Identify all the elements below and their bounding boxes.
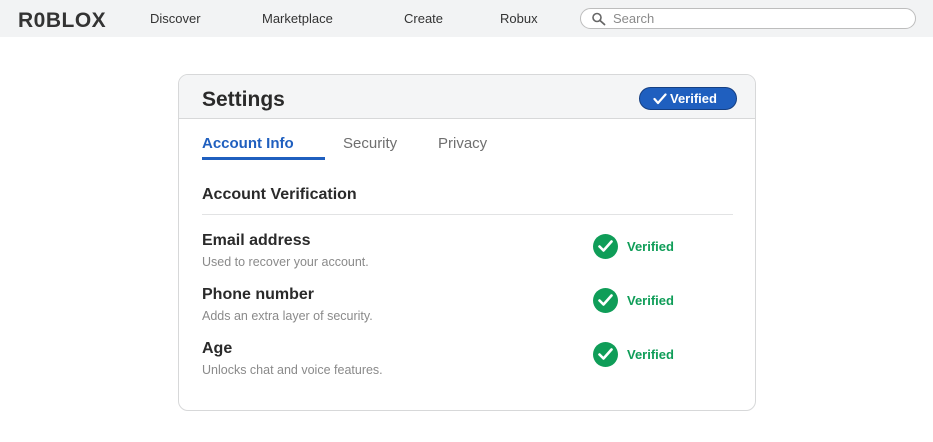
verified-badge-label: Verified — [670, 91, 717, 106]
row-label: Phone number — [202, 286, 315, 303]
verification-row-phone: Phone number Adds an extra layer of secu… — [202, 285, 733, 331]
roblox-logo[interactable]: R0BLOX — [18, 9, 106, 33]
section-divider — [202, 214, 733, 215]
nav-robux[interactable]: Robux — [500, 11, 538, 27]
verification-row-email: Email address Used to recover your accou… — [202, 231, 733, 277]
page-title: Settings — [202, 88, 285, 111]
tab-account-info[interactable]: Account Info — [202, 135, 294, 153]
verified-badge: Verified — [639, 87, 737, 110]
nav-marketplace[interactable]: Marketplace — [262, 11, 333, 27]
row-description: Adds an extra layer of security. — [202, 309, 373, 323]
top-navigation-bar: R0BLOX Discover Marketplace Create Robux — [0, 0, 933, 37]
status-text: Verified — [627, 293, 674, 308]
tab-privacy[interactable]: Privacy — [438, 135, 487, 153]
active-tab-indicator — [202, 157, 325, 160]
search-icon — [592, 12, 606, 26]
search-input[interactable] — [613, 10, 903, 27]
row-description: Unlocks chat and voice features. — [202, 363, 383, 377]
nav-create[interactable]: Create — [404, 11, 443, 27]
settings-header: Settings Verified — [179, 75, 755, 119]
section-title: Account Verification — [202, 186, 357, 203]
row-description: Used to recover your account. — [202, 255, 369, 269]
check-circle-icon — [593, 234, 618, 259]
row-label: Email address — [202, 232, 311, 249]
nav-discover[interactable]: Discover — [150, 11, 201, 27]
status-text: Verified — [627, 239, 674, 254]
status-text: Verified — [627, 347, 674, 362]
check-icon — [653, 93, 667, 105]
row-label: Age — [202, 340, 233, 357]
settings-card: Settings Verified Account Info Security … — [178, 74, 756, 411]
tab-security[interactable]: Security — [343, 135, 397, 153]
check-circle-icon — [593, 342, 618, 367]
verification-row-age: Age Unlocks chat and voice features. Ver… — [202, 339, 733, 385]
search-box[interactable] — [580, 8, 916, 29]
check-circle-icon — [593, 288, 618, 313]
